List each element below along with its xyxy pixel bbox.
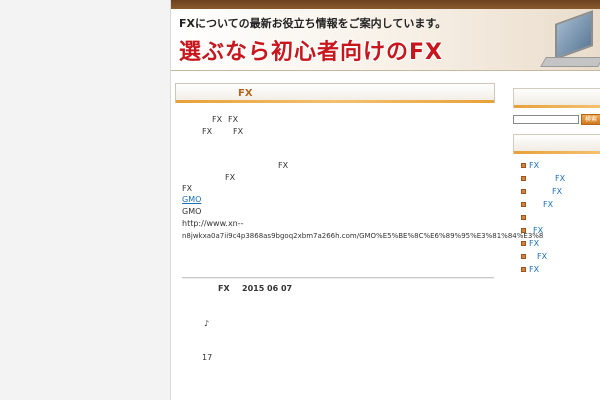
site-banner[interactable]: FXについての最新お役立ち情報をご案内しています。 選ぶなら初心者向けのFX (171, 9, 600, 71)
bullet-icon (521, 254, 526, 259)
bullet-icon (521, 241, 526, 246)
site-tagline: FXについての最新お役立ち情報をご案内しています。 (179, 17, 447, 30)
article-text: FX (212, 115, 223, 124)
gmo-link[interactable]: GMO (182, 195, 201, 205)
page-container: FXについての最新お役立ち情報をご案内しています。 選ぶなら初心者向けのFX F… (170, 0, 600, 400)
sidebar-links-header (513, 134, 600, 154)
article-text: GMO (182, 207, 202, 216)
article-text: FX (278, 161, 289, 170)
article-url: http://www.xn-- (182, 219, 244, 228)
post-category: FX (218, 284, 230, 293)
article-text: FX (233, 127, 244, 136)
bullet-icon (521, 163, 526, 168)
bullet-icon (521, 189, 526, 194)
bullet-icon (521, 176, 526, 181)
bullet-icon (521, 202, 526, 207)
post-number: 17 (202, 353, 213, 362)
post-note: ♪ (204, 319, 210, 328)
laptop-screen (555, 10, 593, 60)
article-text: FX (202, 127, 213, 136)
section-title: FX (238, 88, 253, 99)
sidebar-search-header (513, 88, 600, 108)
main-content: FX FX FX FX FX FX FX FX GMO GMO http://w… (175, 83, 543, 400)
bullet-icon (521, 215, 526, 220)
search-input[interactable] (513, 115, 579, 124)
bullet-icon (521, 228, 526, 233)
article-text: FX (228, 115, 239, 124)
section-header: FX (175, 83, 495, 103)
article-text: FX (182, 184, 193, 193)
post-divider (182, 277, 494, 279)
laptop-illustration (540, 10, 600, 70)
sidebar: 検索 FX FX FX FX FX FX FX FX (513, 88, 600, 400)
site-title[interactable]: 選ぶなら初心者向けのFX (179, 34, 443, 66)
article-text: FX (225, 173, 236, 182)
bullet-icon (521, 267, 526, 272)
post-date: 2015 06 07 (242, 284, 293, 293)
top-strip (171, 0, 600, 9)
search-button[interactable]: 検索 (581, 114, 600, 125)
laptop-keyboard (540, 57, 600, 67)
article-url: n8jwkxa0a7ii9c4p3868as9bgoq2xbm7a266h.co… (182, 232, 544, 240)
